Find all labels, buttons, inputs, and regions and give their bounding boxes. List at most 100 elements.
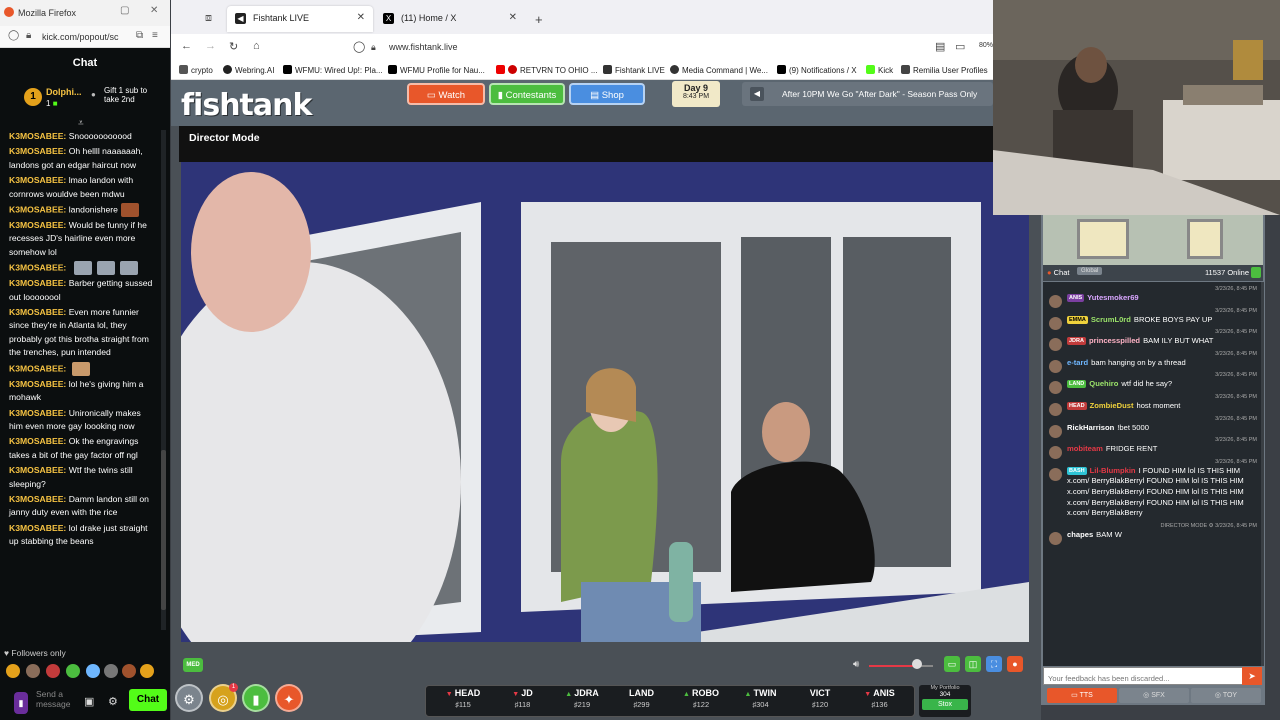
close-icon[interactable]: ✕ — [150, 5, 158, 16]
chat-username[interactable]: Yutesmoker69 — [1087, 293, 1139, 302]
volume-knob[interactable] — [912, 659, 922, 669]
bookmark-item[interactable]: Fishtank LIVE — [603, 65, 665, 75]
chat-username[interactable]: K3MOSABEE: — [9, 436, 66, 446]
chat-username[interactable]: K3MOSABEE: — [9, 307, 66, 317]
bookmark-item[interactable]: RETVRN TO OHIO ... — [496, 65, 598, 75]
send-chat-button[interactable]: Chat — [129, 689, 167, 711]
gift-sub-text[interactable]: Gift 1 sub to take 2nd — [104, 86, 154, 104]
gift-box-icon[interactable]: ▣ — [84, 695, 94, 708]
microphone-icon[interactable]: ▮ — [14, 692, 28, 714]
coins-icon[interactable]: ◎ 1 — [209, 683, 238, 712]
menu-icon[interactable]: ≡ — [152, 30, 158, 41]
url-bar[interactable]: ◯ 🔒︎ kick.com/popout/sc ⧉ ≡ — [0, 26, 170, 48]
quality-badge[interactable]: MED — [183, 658, 203, 672]
users-icon[interactable] — [1251, 267, 1261, 278]
tab-close-icon[interactable]: ✕ — [509, 12, 517, 23]
tab-toy[interactable]: ◎ TOY — [1191, 688, 1261, 703]
chat-username[interactable]: ZombieDust — [1090, 401, 1134, 410]
inventory-icon[interactable]: ▮ — [242, 684, 270, 712]
contestant-stock-vict[interactable]: VICT ♯120 — [791, 688, 849, 709]
clip-icon[interactable]: ▭ — [944, 656, 960, 672]
bookmark-item[interactable]: Remilia User Profiles — [901, 65, 988, 75]
chat-input[interactable]: Send a message — [36, 689, 76, 709]
avatar[interactable] — [1049, 467, 1062, 481]
chat-username[interactable]: K3MOSABEE: — [9, 363, 66, 373]
chat-scrollbar[interactable] — [161, 130, 166, 630]
emote-icon[interactable] — [6, 664, 20, 678]
emote-bar[interactable] — [4, 662, 164, 680]
item-slot[interactable] — [1187, 219, 1223, 259]
tab-sfx[interactable]: ◎ SFX — [1119, 688, 1189, 703]
tab-tts[interactable]: ▭ TTS — [1047, 688, 1117, 703]
chat-username[interactable]: K3MOSABEE: — [9, 146, 66, 156]
contestants-button[interactable]: ▮ Contestants — [489, 83, 565, 105]
chat-username[interactable]: e-tard — [1067, 358, 1088, 367]
emote-icon[interactable] — [140, 664, 154, 678]
emote-icon[interactable] — [122, 664, 136, 678]
copy-icon[interactable]: ⧉ — [136, 30, 143, 41]
shop-button[interactable]: ▤ Shop — [569, 83, 645, 105]
contestant-stock-anis[interactable]: ▼ ANIS ♯136 — [851, 688, 909, 709]
tab-fishtank[interactable]: ◀ Fishtank LIVE ✕ — [227, 6, 373, 32]
chat-username[interactable]: RickHarrison — [1067, 423, 1114, 432]
chat-username[interactable]: Quehiro — [1089, 379, 1118, 388]
bookmark-item[interactable]: Media Command | We... — [670, 65, 768, 75]
stox-button[interactable]: Stox — [922, 699, 968, 710]
volume-slider[interactable] — [869, 665, 933, 667]
bookmark-item[interactable]: WFMU Profile for Nau... — [388, 65, 485, 75]
chat-username[interactable]: ScrumL0rd — [1091, 315, 1131, 324]
reader-icon[interactable]: ▭ — [955, 40, 965, 53]
chat-username[interactable]: K3MOSABEE: — [9, 379, 66, 389]
home-icon[interactable]: ⌂ — [253, 40, 260, 52]
fishtank-logo[interactable]: fishtank — [181, 88, 312, 123]
cast-icon[interactable]: ◫ — [965, 656, 981, 672]
scroll-down-icon[interactable]: ⩡ — [78, 118, 84, 129]
shield-icon[interactable]: ◯ — [353, 40, 365, 53]
fullscreen-icon[interactable]: ⛶ — [986, 656, 1002, 672]
contestant-stock-jd[interactable]: ▼ JD ♯118 — [494, 688, 552, 709]
zoom-level[interactable]: 80% — [979, 42, 993, 49]
emote-icon[interactable] — [66, 664, 80, 678]
watch-button[interactable]: ▭ Watch — [407, 83, 485, 105]
chat-username[interactable]: K3MOSABEE: — [9, 523, 66, 533]
emote-icon[interactable] — [104, 664, 118, 678]
chat-username[interactable]: princesspilled — [1089, 336, 1140, 345]
contestant-stock-twin[interactable]: ▲ TWIN ♯304 — [732, 688, 790, 709]
volume-icon[interactable]: 🔊︎ — [853, 659, 859, 670]
chat-scrollbar[interactable] — [1261, 282, 1264, 666]
settings-icon[interactable]: ⚙ — [108, 695, 118, 708]
address-bar[interactable]: www.fishtank.live — [389, 42, 458, 52]
chat-input[interactable] — [1044, 670, 1240, 687]
screenshot-icon[interactable]: ▤ — [935, 40, 945, 53]
send-icon[interactable]: ➤ — [1242, 667, 1262, 685]
contestant-stock-jdra[interactable]: ▲ JDRA ♯219 — [553, 688, 611, 709]
url-text[interactable]: kick.com/popout/sc — [42, 32, 119, 42]
settings-icon[interactable]: ⚙ — [175, 684, 203, 712]
bookmark-item[interactable]: (9) Notifications / X — [777, 65, 857, 75]
chat-username[interactable]: chapes — [1067, 530, 1093, 539]
emote-icon[interactable] — [46, 664, 60, 678]
bookmark-item[interactable]: Kick — [866, 65, 893, 75]
bookmark-item[interactable]: crypto — [179, 65, 213, 75]
back-icon[interactable]: ← — [181, 40, 192, 52]
minimize-icon[interactable]: ▢ — [120, 5, 129, 16]
bookmark-item[interactable]: Webring.AI — [223, 65, 274, 75]
tab-close-icon[interactable]: ✕ — [357, 12, 365, 23]
chat-username[interactable]: K3MOSABEE: — [9, 204, 66, 214]
contestant-stock-land[interactable]: LAND ♯299 — [613, 688, 671, 709]
tab-list-icon[interactable]: ⧈ — [205, 12, 212, 25]
avatar[interactable] — [1049, 531, 1062, 545]
chat-username[interactable]: mobiteam — [1067, 444, 1103, 453]
portfolio-widget[interactable]: My Portfolio 304 Stox — [919, 685, 971, 717]
chat-username[interactable]: K3MOSABEE: — [9, 278, 66, 288]
contestant-stock-robo[interactable]: ▲ ROBO ♯122 — [672, 688, 730, 709]
arrow-left-icon[interactable]: ◀ — [750, 87, 764, 101]
item-slot[interactable] — [1077, 219, 1129, 259]
reload-icon[interactable]: ↻ — [229, 40, 238, 53]
chat-username[interactable]: K3MOSABEE: — [9, 131, 66, 141]
emote-icon[interactable] — [86, 664, 100, 678]
missile-icon[interactable]: ✦ — [275, 684, 303, 712]
gift-leaderboard[interactable]: 1 Dolphi... 1 ■ ● Gift 1 sub to take 2nd — [0, 80, 170, 118]
new-tab-icon[interactable]: + — [535, 12, 543, 27]
chat-username[interactable]: K3MOSABEE: — [9, 263, 66, 273]
